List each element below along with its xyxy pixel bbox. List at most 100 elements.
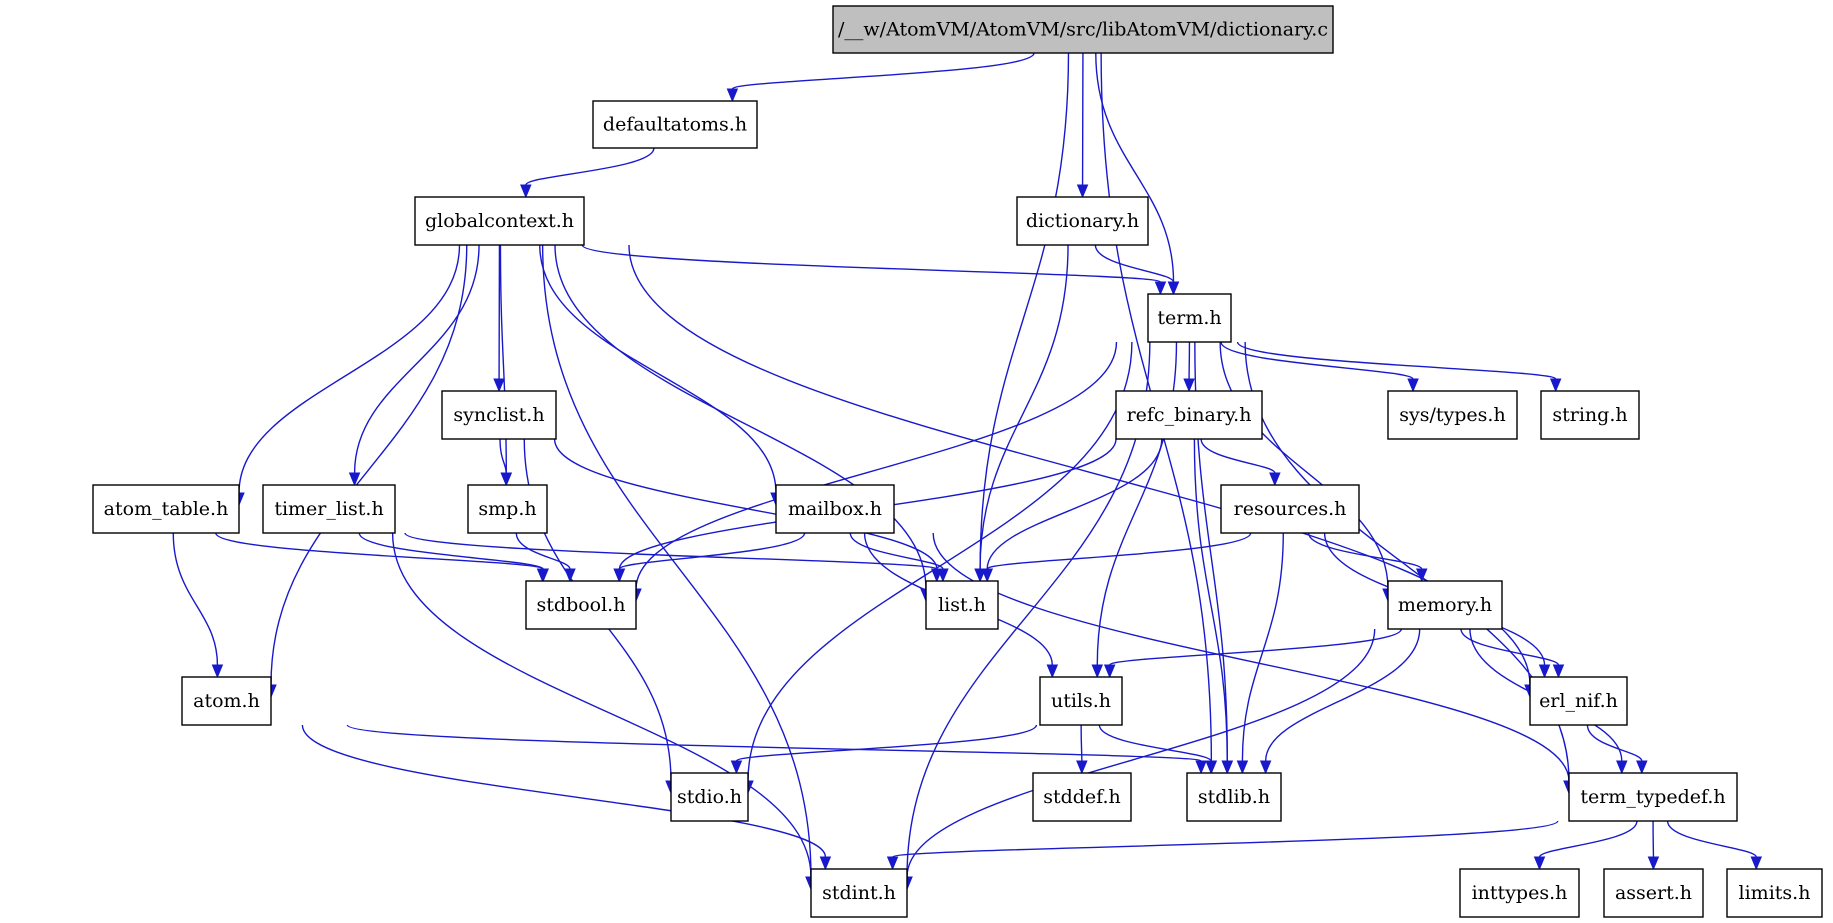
node-utils[interactable]: utils.h <box>1039 676 1123 726</box>
edge-utils-to-stddef <box>1080 724 1083 762</box>
arrowhead-icon <box>1538 664 1551 679</box>
node-label: resources.h <box>1234 498 1347 520</box>
node-label: erl_nif.h <box>1539 690 1618 712</box>
node-label: stdlib.h <box>1198 786 1270 808</box>
edge-mailbox-to-term-typedef <box>932 532 1570 782</box>
node-atom[interactable]: atom.h <box>181 676 272 726</box>
node-assert[interactable]: assert.h <box>1603 868 1704 918</box>
arrowhead-icon <box>564 568 576 583</box>
node-label: /__w/AtomVM/AtomVM/src/libAtomVM/diction… <box>838 19 1328 41</box>
node-label: timer_list.h <box>274 498 383 520</box>
arrowhead-icon <box>1616 760 1628 775</box>
node-label: term_typedef.h <box>1580 786 1725 808</box>
edge-term-typedef-to-inttypes <box>1538 820 1638 858</box>
arrowhead-icon <box>1259 760 1272 775</box>
edge-globalcontext-to-atom-table <box>238 244 461 494</box>
arrowhead-icon <box>1167 281 1180 296</box>
arrowhead-icon <box>1549 378 1562 393</box>
node-term[interactable]: term.h <box>1147 293 1232 343</box>
edge-resources-to-stdlib <box>1241 532 1284 762</box>
node-timer-list[interactable]: timer_list.h <box>262 484 396 534</box>
node-atom-table[interactable]: atom_table.h <box>92 484 240 534</box>
edge-synclist-to-smp <box>499 438 507 474</box>
arrowhead-icon <box>1205 760 1217 775</box>
arrowhead-icon <box>1269 472 1281 487</box>
arrowhead-icon <box>730 760 743 775</box>
arrowhead-icon <box>211 664 224 679</box>
node-label: mailbox.h <box>788 498 882 520</box>
edge-memory-to-stdint <box>906 628 1376 878</box>
node-memory[interactable]: memory.h <box>1387 580 1503 630</box>
edge-refc-binary-to-resources <box>1200 438 1276 474</box>
edge-defaultatoms-to-globalcontext <box>525 147 655 186</box>
arrowhead-icon <box>1407 378 1419 393</box>
edge-atom-table-to-stdbool <box>215 532 544 570</box>
node-resources[interactable]: resources.h <box>1220 484 1360 534</box>
arrowhead-icon <box>1533 856 1546 871</box>
node-label: string.h <box>1552 404 1627 426</box>
node-limits[interactable]: limits.h <box>1726 868 1823 918</box>
node-refc-binary[interactable]: refc_binary.h <box>1115 390 1263 440</box>
node-label: memory.h <box>1398 594 1492 616</box>
node-label: stddef.h <box>1043 786 1121 808</box>
edges-layer <box>172 52 1763 891</box>
arrowhead-icon <box>1076 184 1089 199</box>
node-label: sys/types.h <box>1399 404 1505 426</box>
arrowhead-icon <box>1221 760 1233 775</box>
edge-term-to-stdbool <box>635 341 1118 590</box>
arrowhead-icon <box>1183 378 1195 393</box>
edge-root-to-list <box>979 52 1070 570</box>
arrowhead-icon <box>1636 760 1648 775</box>
arrowhead-icon <box>500 472 512 487</box>
node-term-typedef[interactable]: term_typedef.h <box>1568 772 1738 822</box>
node-globalcontext[interactable]: globalcontext.h <box>414 196 585 246</box>
arrowhead-icon <box>1103 664 1116 679</box>
node-synclist[interactable]: synclist.h <box>441 390 557 440</box>
arrowhead-icon <box>1647 856 1660 871</box>
node-label: defaultatoms.h <box>603 114 747 136</box>
arrowhead-icon <box>1046 664 1059 679</box>
include-dependency-graph: /__w/AtomVM/AtomVM/src/libAtomVM/diction… <box>92 5 1823 918</box>
arrowhead-icon <box>726 88 739 103</box>
node-smp[interactable]: smp.h <box>467 484 548 534</box>
arrowhead-icon <box>886 856 899 871</box>
edge-globalcontext-to-mailbox <box>539 244 777 494</box>
node-label: list.h <box>938 594 986 616</box>
node-stdio[interactable]: stdio.h <box>670 772 749 822</box>
node-stdbool[interactable]: stdbool.h <box>525 580 637 630</box>
node-dictionary[interactable]: dictionary.h <box>1016 196 1149 246</box>
node-inttypes[interactable]: inttypes.h <box>1459 868 1580 918</box>
edge-term-typedef-to-limits <box>1666 820 1757 858</box>
arrowhead-icon <box>819 856 832 871</box>
node-label: assert.h <box>1615 882 1692 904</box>
node-label: stdio.h <box>677 786 742 808</box>
arrowhead-icon <box>1236 760 1249 775</box>
edge-globalcontext-to-list <box>554 244 927 590</box>
edge-globalcontext-to-term <box>581 244 1162 283</box>
node-stddef[interactable]: stddef.h <box>1032 772 1132 822</box>
edge-globalcontext-to-atom <box>270 244 468 686</box>
node-label: synclist.h <box>453 404 544 426</box>
node-stdint[interactable]: stdint.h <box>810 868 908 918</box>
node-label: inttypes.h <box>1472 882 1568 904</box>
node-label: atom.h <box>193 690 260 712</box>
node-list[interactable]: list.h <box>925 580 999 630</box>
node-label: limits.h <box>1739 882 1811 904</box>
node-string[interactable]: string.h <box>1540 390 1640 440</box>
node-erl-nif[interactable]: erl_nif.h <box>1529 676 1628 726</box>
node-mailbox[interactable]: mailbox.h <box>775 484 895 534</box>
node-stdlib[interactable]: stdlib.h <box>1186 772 1282 822</box>
node-label: term.h <box>1157 307 1221 329</box>
arrowhead-icon <box>520 184 532 199</box>
arrowhead-icon <box>493 378 505 393</box>
arrowhead-icon <box>1091 664 1104 679</box>
arrowhead-icon <box>1195 760 1207 775</box>
arrowhead-icon <box>1750 856 1763 871</box>
edge-term-typedef-to-stdint <box>891 820 1559 858</box>
arrowhead-icon <box>613 568 625 583</box>
node-defaultatoms[interactable]: defaultatoms.h <box>592 100 758 149</box>
node-root[interactable]: /__w/AtomVM/AtomVM/src/libAtomVM/diction… <box>832 5 1334 54</box>
node-sys-types[interactable]: sys/types.h <box>1387 390 1518 440</box>
arrowhead-icon <box>981 568 993 583</box>
edge-dictionary-to-list <box>979 244 1069 570</box>
